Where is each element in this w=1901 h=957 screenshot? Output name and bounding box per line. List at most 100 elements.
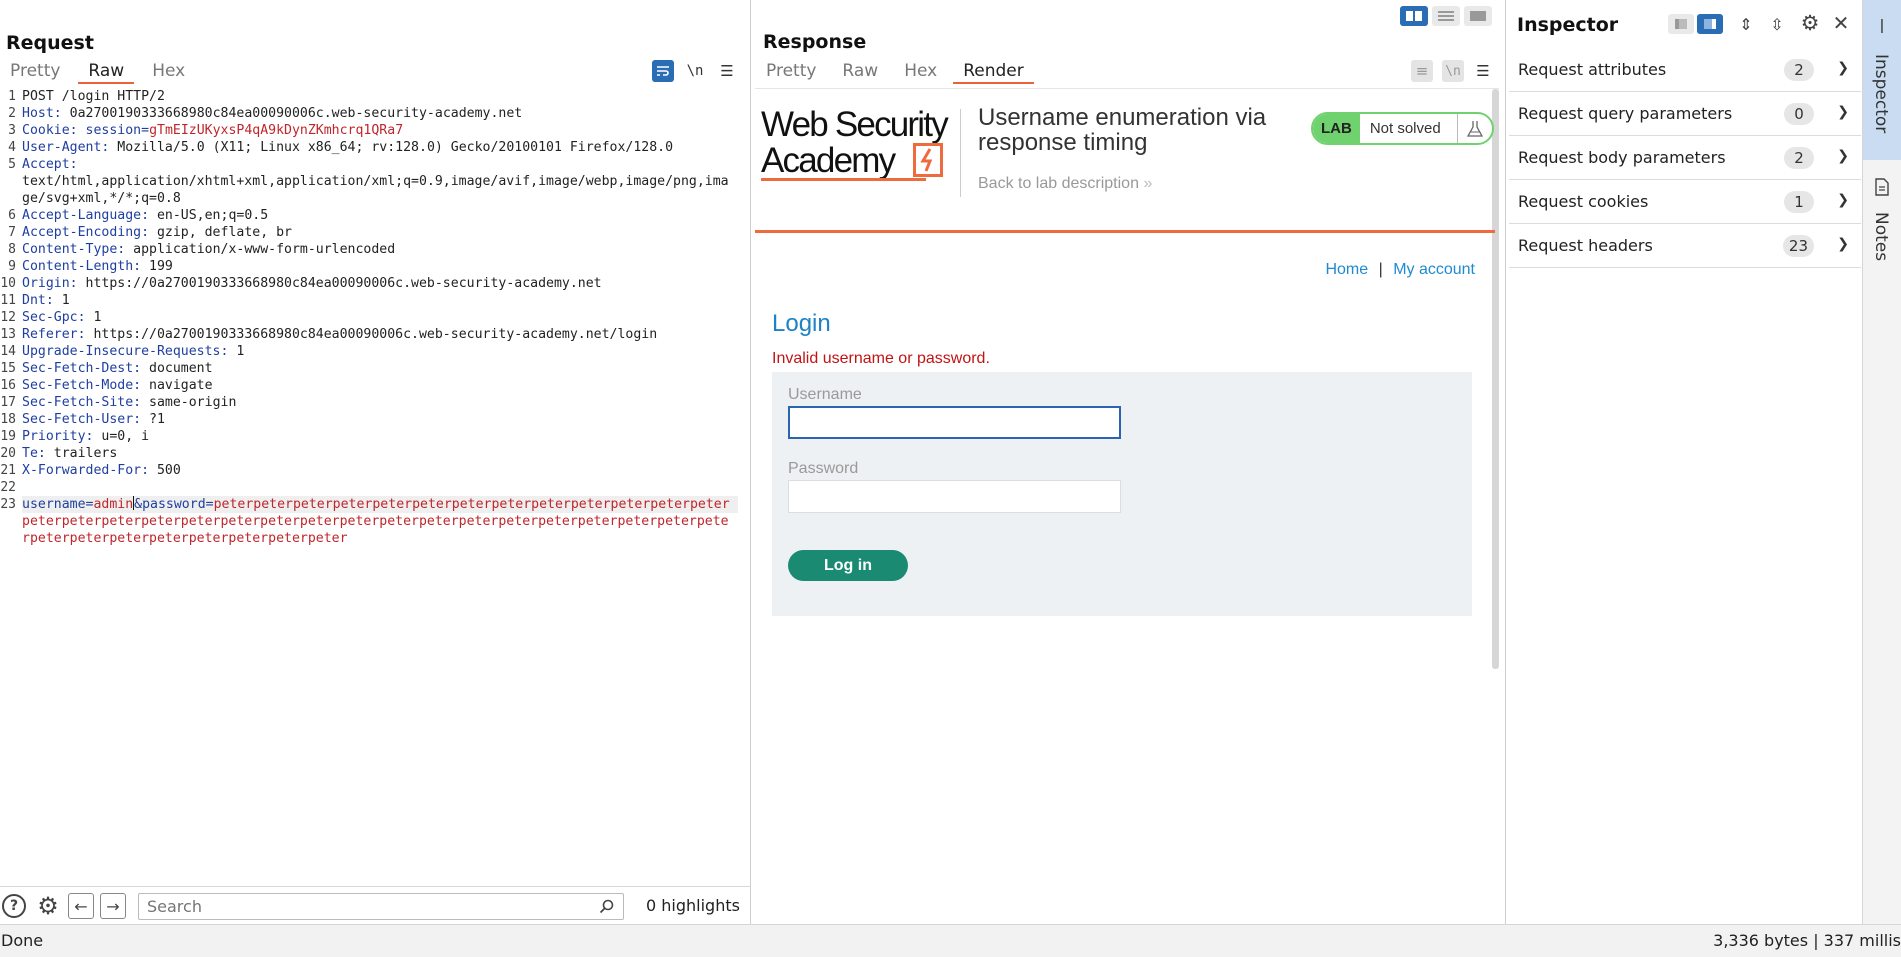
back-arrow-icon[interactable]: ← xyxy=(68,893,94,919)
username-input[interactable] xyxy=(788,406,1121,439)
inspector-section-request-attributes[interactable]: Request attributes 2 ❯ xyxy=(1509,48,1861,92)
lab-title: Username enumeration via response timing xyxy=(978,104,1267,156)
line-number: 1 xyxy=(8,89,16,104)
response-title: Response xyxy=(763,31,867,53)
line-number: 13 xyxy=(0,327,16,342)
tab-render[interactable]: Render xyxy=(953,60,1034,84)
collapse-all-icon[interactable]: ⇳ xyxy=(1766,13,1788,35)
login-heading: Login xyxy=(772,310,831,337)
response-size-timing: 3,336 bytes | 337 millis xyxy=(1713,931,1901,950)
header-name: Content-Type xyxy=(22,242,118,257)
header-value: gzip, deflate, br xyxy=(156,225,292,240)
inspector-panel: Inspector ⇕ ⇳ ⚙ ✕ Request attributes 2 ❯… xyxy=(1507,0,1862,924)
header-name: Accept-Language xyxy=(22,208,142,223)
layout-side-by-side-button[interactable] xyxy=(1400,6,1428,26)
header-name: Sec-Fetch-Mode xyxy=(22,378,134,393)
tab-raw[interactable]: Raw xyxy=(832,60,888,84)
inspector-settings-icon[interactable]: ⚙ xyxy=(1798,11,1822,35)
inspector-title: Inspector xyxy=(1517,14,1619,36)
line-number: 7 xyxy=(8,225,16,240)
menu-button[interactable]: ☰ xyxy=(716,60,738,82)
header-colon: : xyxy=(101,140,118,155)
inspector-layout-right-button[interactable] xyxy=(1697,14,1723,34)
header-value: 1 xyxy=(61,293,70,308)
request-line: Dnt: 1 xyxy=(22,292,736,309)
header-name: Sec-Gpc xyxy=(22,310,78,325)
login-button[interactable]: Log in xyxy=(788,550,908,581)
header-colon: : xyxy=(69,276,86,291)
header-colon: : xyxy=(141,208,157,223)
expand-all-icon[interactable]: ⇕ xyxy=(1735,13,1757,35)
request-line: Origin: https://0a2700190333668980c84ea0… xyxy=(22,275,736,292)
tab-pretty[interactable]: Pretty xyxy=(756,60,826,84)
nav-my-account-link[interactable]: My account xyxy=(1393,261,1475,278)
request-line: Content-Type: application/x-www-form-url… xyxy=(22,241,736,258)
settings-icon[interactable]: ⚙ xyxy=(34,892,62,920)
nav-home-link[interactable]: Home xyxy=(1325,261,1368,278)
side-tab-notes[interactable]: Notes xyxy=(1863,172,1901,272)
search-input[interactable] xyxy=(147,894,587,919)
inspector-section-body-parameters[interactable]: Request body parameters 2 ❯ xyxy=(1509,136,1861,180)
header-value: 199 xyxy=(149,259,173,274)
menu-button[interactable]: ☰ xyxy=(1472,60,1494,82)
request-pane: Request Pretty Raw Hex \n ☰ 1 POST /login… xyxy=(0,0,751,924)
layout-tabs-button[interactable] xyxy=(1464,6,1492,26)
header-value: https://0a2700190333668980c84ea00090006c… xyxy=(85,276,602,291)
header-colon: : xyxy=(69,123,86,138)
tab-hex[interactable]: Hex xyxy=(894,60,947,84)
param-name-username: username= xyxy=(22,497,94,512)
layout-top-bottom-button[interactable] xyxy=(1432,6,1460,26)
request-line: Upgrade-Insecure-Requests: 1 xyxy=(22,343,736,360)
panel-left-icon xyxy=(1675,19,1687,29)
inspector-section-headers[interactable]: Request headers 23 ❯ xyxy=(1509,224,1861,268)
academy-header: Web Security Academy Username enumeratio… xyxy=(755,89,1495,233)
logo-line-1: Web Security xyxy=(761,105,949,144)
header-value: ?1 xyxy=(149,412,165,427)
tab-raw[interactable]: Raw xyxy=(78,60,135,84)
wrap-lines-button[interactable]: ≡ xyxy=(1411,60,1433,82)
section-label: Request query parameters xyxy=(1518,104,1733,123)
header-value: same-origin xyxy=(149,395,237,410)
request-line: Sec-Fetch-Mode: navigate xyxy=(22,377,736,394)
header-name: Origin xyxy=(22,276,70,291)
close-icon[interactable]: ✕ xyxy=(1829,11,1853,35)
inspector-section-cookies[interactable]: Request cookies 1 ❯ xyxy=(1509,180,1861,224)
show-newlines-button[interactable]: \n xyxy=(684,60,706,82)
tab-pretty[interactable]: Pretty xyxy=(0,60,70,84)
request-line: User-Agent: Mozilla/5.0 (X11; Linux x86_… xyxy=(22,139,736,156)
header-colon: : xyxy=(77,310,94,325)
header-colon: : xyxy=(133,361,150,376)
line-number: 5 xyxy=(8,157,16,172)
inspector-section-query-parameters[interactable]: Request query parameters 0 ❯ xyxy=(1509,92,1861,136)
side-tab-inspector[interactable]: ꟾ Inspector xyxy=(1863,0,1901,160)
chevron-down-icon: ❯ xyxy=(1837,104,1849,120)
back-to-lab-description-link[interactable]: Back to lab description » xyxy=(978,175,1152,193)
header-name: Te xyxy=(22,446,38,461)
password-input[interactable] xyxy=(788,480,1121,513)
show-newlines-button[interactable]: \n xyxy=(1442,60,1464,82)
header-name: Upgrade-Insecure-Requests xyxy=(22,344,221,359)
request-line: Sec-Fetch-Site: same-origin xyxy=(22,394,736,411)
request-line: Cookie: session=gTmEIzUKyxsP4qA9kDynZKmh… xyxy=(22,122,736,139)
response-pane: Response Pretty Raw Hex Render ≡ \n ☰ We… xyxy=(752,0,1506,924)
help-icon[interactable]: ? xyxy=(2,894,26,918)
inspector-layout-left-button[interactable] xyxy=(1668,14,1694,34)
header-name: X-Forwarded-For xyxy=(22,463,142,478)
wrap-lines-button[interactable] xyxy=(652,60,674,82)
header-value: document xyxy=(149,361,213,376)
request-editor[interactable]: 1 POST /login HTTP/2 2 Host: 0a270019033366… xyxy=(0,88,750,886)
double-chevron-right-icon: » xyxy=(1143,175,1153,192)
section-count: 2 xyxy=(1784,59,1814,81)
header-value: Mozilla/5.0 (X11; Linux x86_64; rv:128.0… xyxy=(117,140,674,155)
header-value: u=0, i xyxy=(101,429,150,444)
section-count: 0 xyxy=(1784,103,1814,125)
header-name: Sec-Fetch-Site xyxy=(22,395,134,410)
search-icon[interactable] xyxy=(599,899,615,915)
header-name: Host xyxy=(22,106,54,121)
status-bar: Done 3,336 bytes | 337 millis xyxy=(0,924,1901,957)
tab-hex[interactable]: Hex xyxy=(142,60,195,84)
request-tabs: Pretty Raw Hex xyxy=(0,60,195,84)
param-name-password: &password= xyxy=(134,497,214,512)
forward-arrow-icon[interactable]: → xyxy=(100,893,126,919)
chevron-down-icon: ❯ xyxy=(1837,148,1849,164)
